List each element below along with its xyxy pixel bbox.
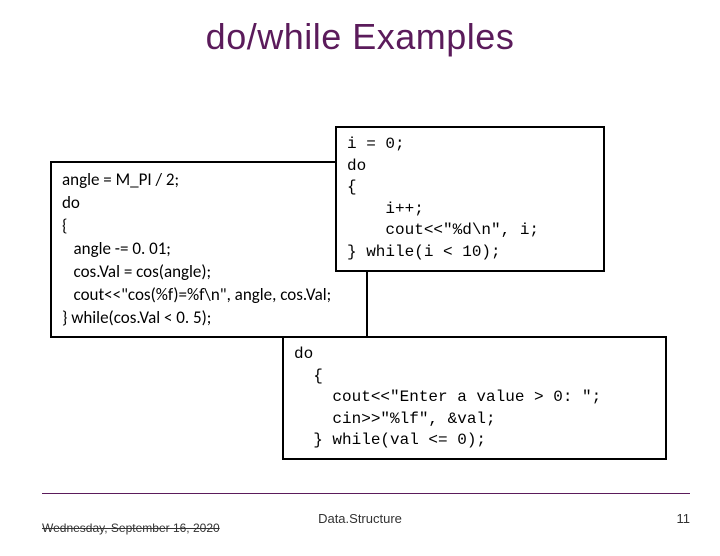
code-line: do bbox=[347, 156, 593, 178]
code-line: { bbox=[347, 177, 593, 199]
code-example-1: angle = M_PI / 2; do { angle -= 0. 01; c… bbox=[50, 161, 368, 338]
slide-title: do/while Examples bbox=[0, 16, 720, 58]
code-line: angle -= 0. 01; bbox=[62, 238, 356, 261]
code-line: { bbox=[62, 215, 356, 238]
code-example-2: i = 0; do { i++; cout<<"%d\n", i; } whil… bbox=[335, 126, 605, 272]
code-line: } while(val <= 0); bbox=[294, 430, 655, 452]
code-line: cin>>"%lf", &val; bbox=[294, 409, 655, 431]
code-line: cos.Val = cos(angle); bbox=[62, 261, 356, 284]
code-line: do bbox=[294, 344, 655, 366]
code-line: do bbox=[62, 192, 356, 215]
code-line: i++; bbox=[347, 199, 593, 221]
code-example-3: do { cout<<"Enter a value > 0: "; cin>>"… bbox=[282, 336, 667, 460]
code-line: { bbox=[294, 366, 655, 388]
footer-subject: Data.Structure bbox=[0, 511, 720, 526]
footer-page-number: 11 bbox=[677, 511, 691, 526]
code-line: cout<<"%d\n", i; bbox=[347, 220, 593, 242]
code-line: } while(cos.Val < 0. 5); bbox=[62, 307, 356, 330]
code-line: cout<<"cos(%f)=%f\n", angle, cos.Val; bbox=[62, 284, 356, 307]
footer-divider bbox=[42, 493, 690, 494]
code-line: angle = M_PI / 2; bbox=[62, 169, 356, 192]
code-line: i = 0; bbox=[347, 134, 593, 156]
code-line: } while(i < 10); bbox=[347, 242, 593, 264]
code-line: cout<<"Enter a value > 0: "; bbox=[294, 387, 655, 409]
